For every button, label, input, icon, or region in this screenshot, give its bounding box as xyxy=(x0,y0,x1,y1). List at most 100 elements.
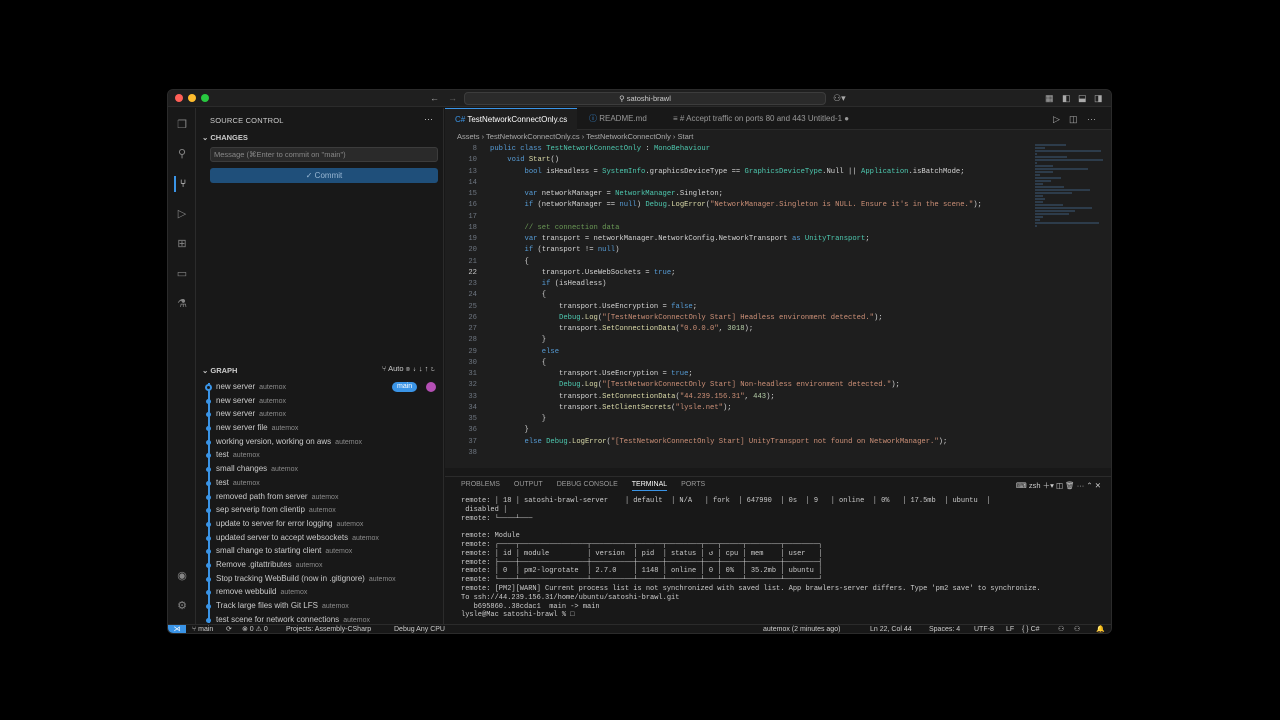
run-icon[interactable]: ▷ xyxy=(1053,114,1060,124)
commit-row[interactable]: removed path from server autemox xyxy=(196,490,444,504)
settings-gear-icon[interactable]: ⚙ xyxy=(174,598,190,614)
close-panel-icon[interactable]: ✕ xyxy=(1095,481,1101,490)
code-line[interactable]: 22 transport.UseWebSockets = true; xyxy=(445,268,1035,279)
remote-explorer-icon[interactable]: ▭ xyxy=(174,266,190,282)
commit-row[interactable]: working version, working on aws autemox xyxy=(196,435,444,449)
code-line[interactable]: 8 public class TestNetworkConnectOnly : M… xyxy=(445,144,1035,155)
customize-layout-icon[interactable]: ▦ xyxy=(1045,93,1054,103)
commit-row[interactable]: update to server for error logging autemo… xyxy=(196,517,444,531)
code-line[interactable]: 33 transport.SetConnectionData("44.239.1… xyxy=(445,392,1035,403)
split-editor-icon[interactable]: ◫ xyxy=(1069,114,1078,124)
close-window-button[interactable] xyxy=(175,94,183,102)
search-icon[interactable]: ⚲ xyxy=(174,146,190,162)
commit-row[interactable]: new server autemox xyxy=(196,394,444,408)
extensions-icon[interactable]: ⊞ xyxy=(174,236,190,252)
testing-icon[interactable]: ⚗ xyxy=(174,296,190,312)
code-line[interactable]: 34 transport.SetClientSecrets("lysle.net… xyxy=(445,403,1035,414)
code-line[interactable]: 32 Debug.Log("[TestNetworkConnectOnly St… xyxy=(445,380,1035,391)
more-actions-icon[interactable]: ··· xyxy=(1077,481,1087,490)
commit-row[interactable]: Stop tracking WebBuild (now in .gitignor… xyxy=(196,572,444,586)
fetch-icon[interactable]: ⇣ xyxy=(412,364,417,373)
branch-badge[interactable]: main xyxy=(392,382,418,392)
feedback-icon[interactable]: ⚇ xyxy=(1074,625,1080,633)
commit-row[interactable]: small changes autemox xyxy=(196,462,444,476)
forward-arrow-icon[interactable]: → xyxy=(448,93,457,103)
panel-tab-terminal[interactable]: TERMINAL xyxy=(631,481,668,491)
pull-icon[interactable]: ↓ xyxy=(419,364,423,373)
commit-message-input[interactable]: Message (⌘Enter to commit on "main") xyxy=(210,147,438,162)
commit-row[interactable]: test autemox xyxy=(196,476,444,490)
code-line[interactable]: 19 var transport = networkManager.Networ… xyxy=(445,234,1035,245)
code-line[interactable]: 13 bool isHeadless = SystemInfo.graphics… xyxy=(445,167,1035,178)
command-center-search[interactable]: ⚲ satoshi-brawl xyxy=(464,92,826,105)
code-line[interactable]: 37 else Debug.LogError("[TestNetworkConn… xyxy=(445,437,1035,448)
code-line[interactable]: 16 if (networkManager == null) Debug.Log… xyxy=(445,200,1035,211)
changes-section-header[interactable]: ⌄ CHANGES xyxy=(202,133,248,142)
code-line[interactable]: 17 xyxy=(445,212,1035,223)
commit-row[interactable]: test autemox xyxy=(196,448,444,462)
code-lines[interactable]: 8 public class TestNetworkConnectOnly : M… xyxy=(445,144,1035,459)
branch-icon[interactable]: ⑂ xyxy=(382,364,387,373)
encoding-status[interactable]: UTF-8 xyxy=(974,625,994,633)
code-line[interactable]: 15 var networkManager = NetworkManager.S… xyxy=(445,189,1035,200)
commit-row[interactable]: updated server to accept websockets autem… xyxy=(196,531,444,545)
remote-indicator-icon[interactable]: ⋊ xyxy=(168,625,186,633)
more-actions-icon[interactable]: ··· xyxy=(424,114,433,124)
copilot-status-icon[interactable]: ⚇ xyxy=(1058,625,1064,633)
eol-status[interactable]: LF xyxy=(1006,625,1014,633)
code-line[interactable]: 29 else xyxy=(445,347,1035,358)
cursor-position-status[interactable]: Ln 22, Col 44 xyxy=(870,625,912,633)
code-line[interactable]: 21 { xyxy=(445,257,1035,268)
kill-terminal-icon[interactable]: 🗑 xyxy=(1065,481,1077,490)
shell-name[interactable]: zsh xyxy=(1029,481,1041,490)
code-line[interactable]: 25 transport.UseEncryption = false; xyxy=(445,302,1035,313)
code-line[interactable]: 31 transport.UseEncryption = true; xyxy=(445,369,1035,380)
panel-tab-output[interactable]: OUTPUT xyxy=(514,481,543,488)
minimize-window-button[interactable] xyxy=(188,94,196,102)
new-terminal-icon[interactable]: ＋▾ xyxy=(1043,481,1056,490)
commit-row[interactable]: sep serverip from clientip autemox xyxy=(196,503,444,517)
code-line[interactable]: 26 Debug.Log("[TestNetworkConnectOnly St… xyxy=(445,313,1035,324)
sync-icon[interactable]: ⟳ xyxy=(226,625,232,633)
code-line[interactable]: 23 if (isHeadless) xyxy=(445,279,1035,290)
panel-tab-debug-console[interactable]: DEBUG CONSOLE xyxy=(557,481,618,488)
notifications-bell-icon[interactable]: 🔔 xyxy=(1096,625,1105,633)
toggle-secondary-sidebar-icon[interactable]: ◨ xyxy=(1094,93,1103,103)
code-line[interactable]: 14 xyxy=(445,178,1035,189)
back-arrow-icon[interactable]: ← xyxy=(430,93,439,103)
tab-untitled-1[interactable]: ≡ # Accept traffic on ports 80 and 443 U… xyxy=(663,108,859,130)
commit-row[interactable]: new server autemox main xyxy=(196,380,444,394)
push-icon[interactable]: ↑ xyxy=(425,364,429,373)
branch-status[interactable]: ⑂ main xyxy=(192,625,213,633)
commit-row[interactable]: new server file autemox xyxy=(196,421,444,435)
language-status[interactable]: { } C# xyxy=(1022,625,1040,633)
debug-config-status[interactable]: Debug Any CPU xyxy=(394,625,445,633)
target-icon[interactable]: ◎ xyxy=(406,364,411,373)
tab-testnetworkconnectonly[interactable]: C# TestNetworkConnectOnly.cs xyxy=(445,108,578,130)
account-icon[interactable]: ◉ xyxy=(174,568,190,584)
projects-status[interactable]: Projects: Assembly-CSharp xyxy=(286,625,371,633)
code-line[interactable]: 18 // set connection data xyxy=(445,223,1035,234)
code-line[interactable]: 30 { xyxy=(445,358,1035,369)
copilot-icon[interactable]: ⚇▾ xyxy=(833,93,846,103)
more-actions-icon[interactable]: ··· xyxy=(1087,114,1096,124)
commit-row[interactable]: new server autemox xyxy=(196,407,444,421)
terminal-output[interactable]: remote: │ 18 │ satoshi-brawl-server │ de… xyxy=(461,497,1101,620)
code-line[interactable]: 10 void Start() xyxy=(445,155,1035,166)
panel-tab-problems[interactable]: PROBLEMS xyxy=(461,481,500,488)
commit-row[interactable]: Remove .gitattributes autemox xyxy=(196,558,444,572)
source-control-icon[interactable]: ⑂ xyxy=(174,176,190,192)
problems-status[interactable]: ⊗ 0 ⚠ 0 xyxy=(242,625,268,633)
git-blame-status[interactable]: autemox (2 minutes ago) xyxy=(763,625,840,633)
commit-button[interactable]: ✓ Commit xyxy=(210,168,438,183)
refresh-icon[interactable]: ↻ xyxy=(431,364,436,373)
tab-readme[interactable]: ⓘ README.md xyxy=(579,108,657,130)
files-icon[interactable]: ❐ xyxy=(174,117,190,133)
commit-row[interactable]: remove webbuild autemox xyxy=(196,585,444,599)
graph-auto-toggle[interactable]: Auto xyxy=(388,364,403,373)
code-line[interactable]: 28 } xyxy=(445,335,1035,346)
commit-row[interactable]: Track large files with Git LFS autemox xyxy=(196,599,444,613)
split-terminal-icon[interactable]: ◫ xyxy=(1056,481,1065,490)
code-line[interactable]: 36 } xyxy=(445,425,1035,436)
code-line[interactable]: 38 xyxy=(445,448,1035,459)
